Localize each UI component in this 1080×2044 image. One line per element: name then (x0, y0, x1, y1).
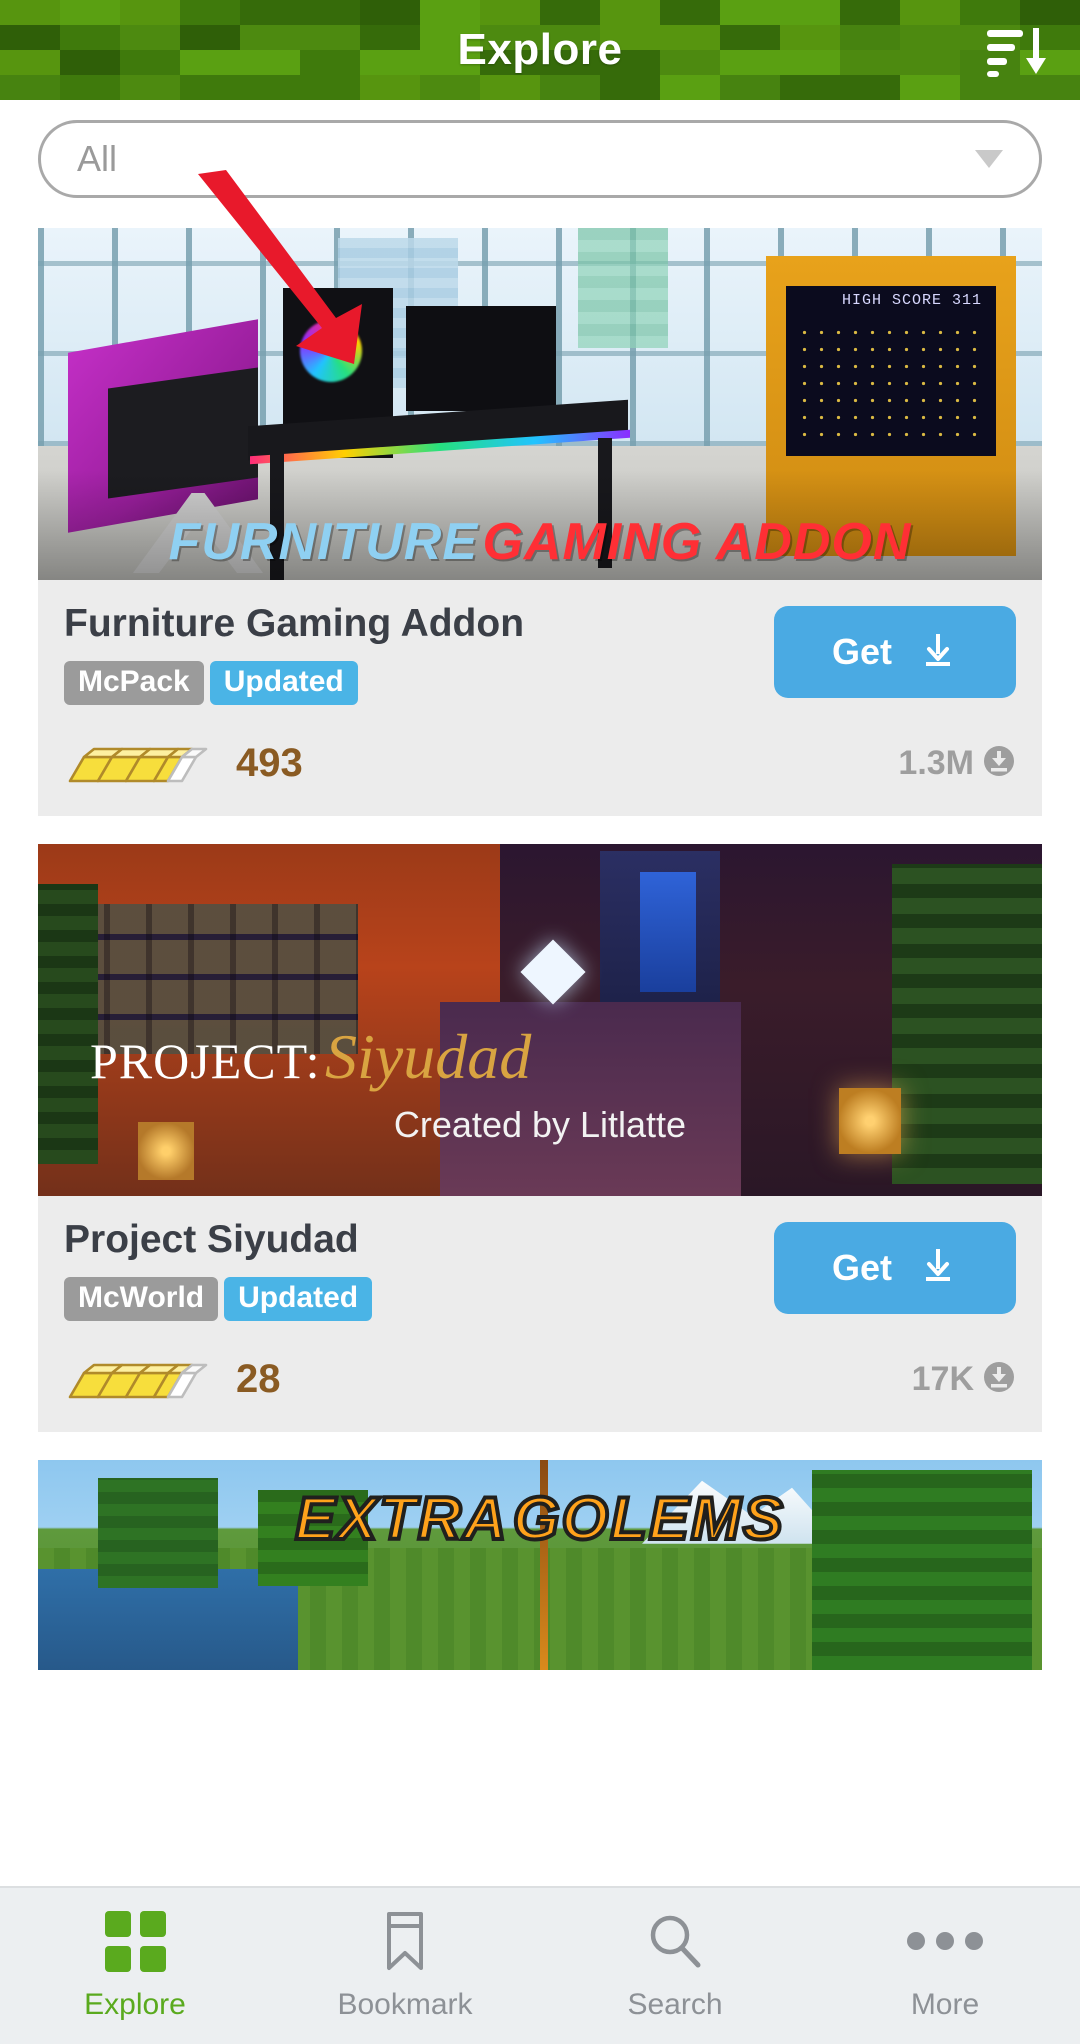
ellipsis-icon (907, 1910, 983, 1972)
card-badges: McWorld Updated (64, 1276, 774, 1321)
thumbnail-caption: FURNITURE GAMING ADDON (38, 512, 1042, 572)
nav-label-bookmark: Bookmark (337, 1988, 473, 2021)
download-count: 17K (912, 1360, 1016, 1399)
thumbnail-caption: EXTRA GOLEMS (38, 1483, 1042, 1554)
download-badge-icon (982, 1360, 1016, 1399)
thumbnail-caption: PROJECT: Siyudad (38, 1020, 1042, 1094)
card-thumbnail[interactable]: HIGH SCORE 311 FURNITURE GAMING ADDON (38, 228, 1042, 580)
get-button-label: Get (831, 631, 892, 672)
download-arrow-icon (918, 1245, 958, 1290)
nav-item-bookmark[interactable]: Bookmark (270, 1888, 540, 2044)
thumbnail-caption-secondary: GOLEMS (511, 1483, 785, 1554)
search-icon (646, 1910, 704, 1972)
thumbnail-art: EXTRA GOLEMS (38, 1459, 1042, 1670)
thumbnail-caption-primary: PROJECT: (90, 1032, 321, 1089)
thumbnail-subcaption: Created by Litlatte (393, 1104, 687, 1146)
status-badge-type: McPack (64, 660, 204, 705)
download-count-value: 1.3M (898, 743, 974, 782)
card-badges: McPack Updated (64, 660, 774, 705)
download-count: 1.3M (898, 744, 1016, 783)
bookmark-icon (383, 1910, 427, 1972)
card-title: Project Siyudad (64, 1217, 359, 1261)
status-badge-updated: Updated (209, 660, 358, 705)
thumbnail-caption-secondary: GAMING ADDON (482, 513, 912, 571)
gold-ingot-rating-icon (64, 1351, 214, 1408)
nav-item-more[interactable]: More (810, 1888, 1080, 2044)
nav-item-search[interactable]: Search (540, 1888, 810, 2044)
card-stats: 493 1.3M (64, 735, 1016, 792)
nav-label-search: Search (627, 1988, 723, 2021)
category-filter-dropdown[interactable]: All (38, 120, 1042, 198)
card-info: Project Siyudad McWorld Updated Get 28 1… (38, 1196, 1042, 1432)
nav-label-explore: Explore (84, 1988, 186, 2021)
content-list: HIGH SCORE 311 FURNITURE GAMING ADDON Fu… (0, 228, 1080, 1670)
card-thumbnail[interactable]: PROJECT: Siyudad Created by Litlatte (38, 843, 1042, 1196)
get-button[interactable]: Get (774, 606, 1016, 698)
app-screen: Explore All HIGH SCORE 311 FURNITURE GAM… (0, 0, 1080, 2044)
thumbnail-art: PROJECT: Siyudad Created by Litlatte (38, 843, 1042, 1196)
card-stats: 28 17K (64, 1351, 1016, 1408)
nav-item-explore[interactable]: Explore (0, 1888, 270, 2044)
page-title: Explore (457, 25, 623, 74)
rating-count: 28 (236, 1356, 281, 1401)
thumbnail-caption-primary: FURNITURE (168, 513, 478, 571)
get-button-label: Get (831, 1246, 892, 1288)
card-thumbnail[interactable]: EXTRA GOLEMS (38, 1459, 1042, 1670)
sort-descending-icon[interactable] (978, 19, 1054, 81)
list-item[interactable]: EXTRA GOLEMS (38, 1459, 1042, 1670)
gold-ingot-rating-icon (64, 735, 214, 792)
download-arrow-icon (918, 630, 958, 675)
app-header: Explore (0, 0, 1080, 100)
grid-icon (104, 1910, 166, 1972)
status-badge-updated: Updated (224, 1276, 373, 1321)
status-badge-type: McWorld (64, 1276, 219, 1321)
bottom-navigation: Explore Bookmark Search More (0, 1886, 1080, 2044)
filter-bar: All (0, 100, 1080, 228)
rating-display: 28 (64, 1351, 281, 1408)
download-badge-icon (982, 744, 1016, 783)
list-item[interactable]: HIGH SCORE 311 FURNITURE GAMING ADDON Fu… (38, 228, 1042, 816)
arcade-highscore-text: HIGH SCORE 311 (841, 292, 982, 309)
thumbnail-caption-secondary: Siyudad (325, 1020, 532, 1092)
card-title: Furniture Gaming Addon (64, 602, 525, 645)
chevron-down-icon (975, 150, 1003, 168)
thumbnail-caption-primary: EXTRA (293, 1483, 509, 1554)
list-item[interactable]: PROJECT: Siyudad Created by Litlatte Pro… (38, 843, 1042, 1432)
download-count-value: 17K (911, 1359, 974, 1398)
category-filter-value: All (77, 138, 118, 179)
card-info: Furniture Gaming Addon McPack Updated Ge… (38, 580, 1042, 816)
rating-count: 493 (236, 740, 303, 785)
rating-display: 493 (64, 735, 303, 792)
nav-label-more: More (910, 1988, 980, 2021)
get-button[interactable]: Get (774, 1221, 1016, 1314)
